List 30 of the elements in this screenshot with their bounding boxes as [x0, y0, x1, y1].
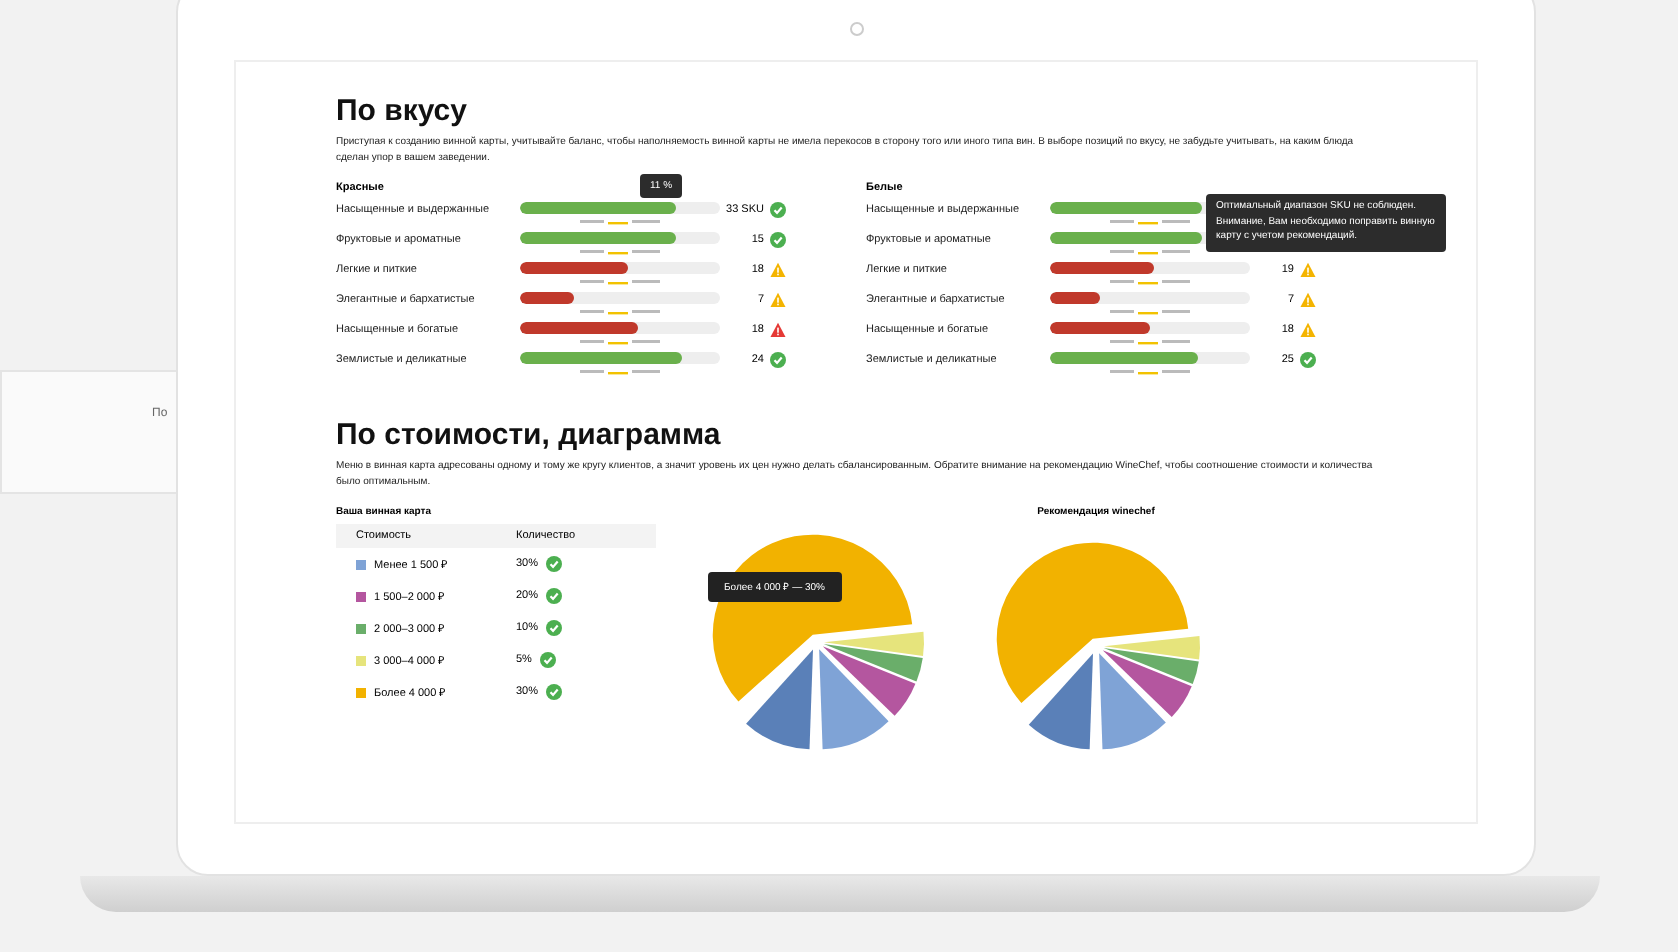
section-heading: По вкусу	[336, 94, 469, 128]
warning-icon	[1300, 292, 1316, 308]
range-marker-drawing	[580, 218, 660, 226]
warning-icon	[770, 322, 786, 338]
warning-icon	[1300, 322, 1316, 338]
check-circle-icon	[1300, 352, 1316, 368]
warning-icon	[770, 292, 786, 308]
warning-icon	[770, 262, 786, 278]
range-marker-drawing	[1110, 218, 1190, 226]
check-circle-icon	[546, 620, 563, 636]
check-circle-icon	[539, 652, 556, 668]
check-circle-icon	[546, 588, 563, 604]
check-circle-icon	[770, 352, 786, 368]
camera-icon	[849, 22, 863, 36]
range-marker-drawing	[580, 248, 660, 256]
range-marker-drawing	[580, 338, 660, 346]
range-marker-drawing	[1110, 338, 1190, 346]
check-circle-icon	[546, 556, 563, 572]
range-marker-drawing	[1110, 308, 1190, 316]
range-marker-drawing	[580, 308, 660, 316]
check-circle-icon	[546, 684, 563, 700]
range-marker-drawing	[1110, 248, 1190, 256]
warning-icon	[1300, 262, 1316, 278]
range-marker-drawing	[1110, 368, 1190, 376]
range-marker-drawing	[580, 278, 660, 286]
range-marker-drawing	[580, 368, 660, 376]
section-heading: По стоимости, диаграмма	[336, 418, 723, 452]
check-circle-icon	[770, 202, 786, 218]
check-circle-icon	[770, 232, 786, 248]
range-marker-drawing	[1110, 278, 1190, 286]
